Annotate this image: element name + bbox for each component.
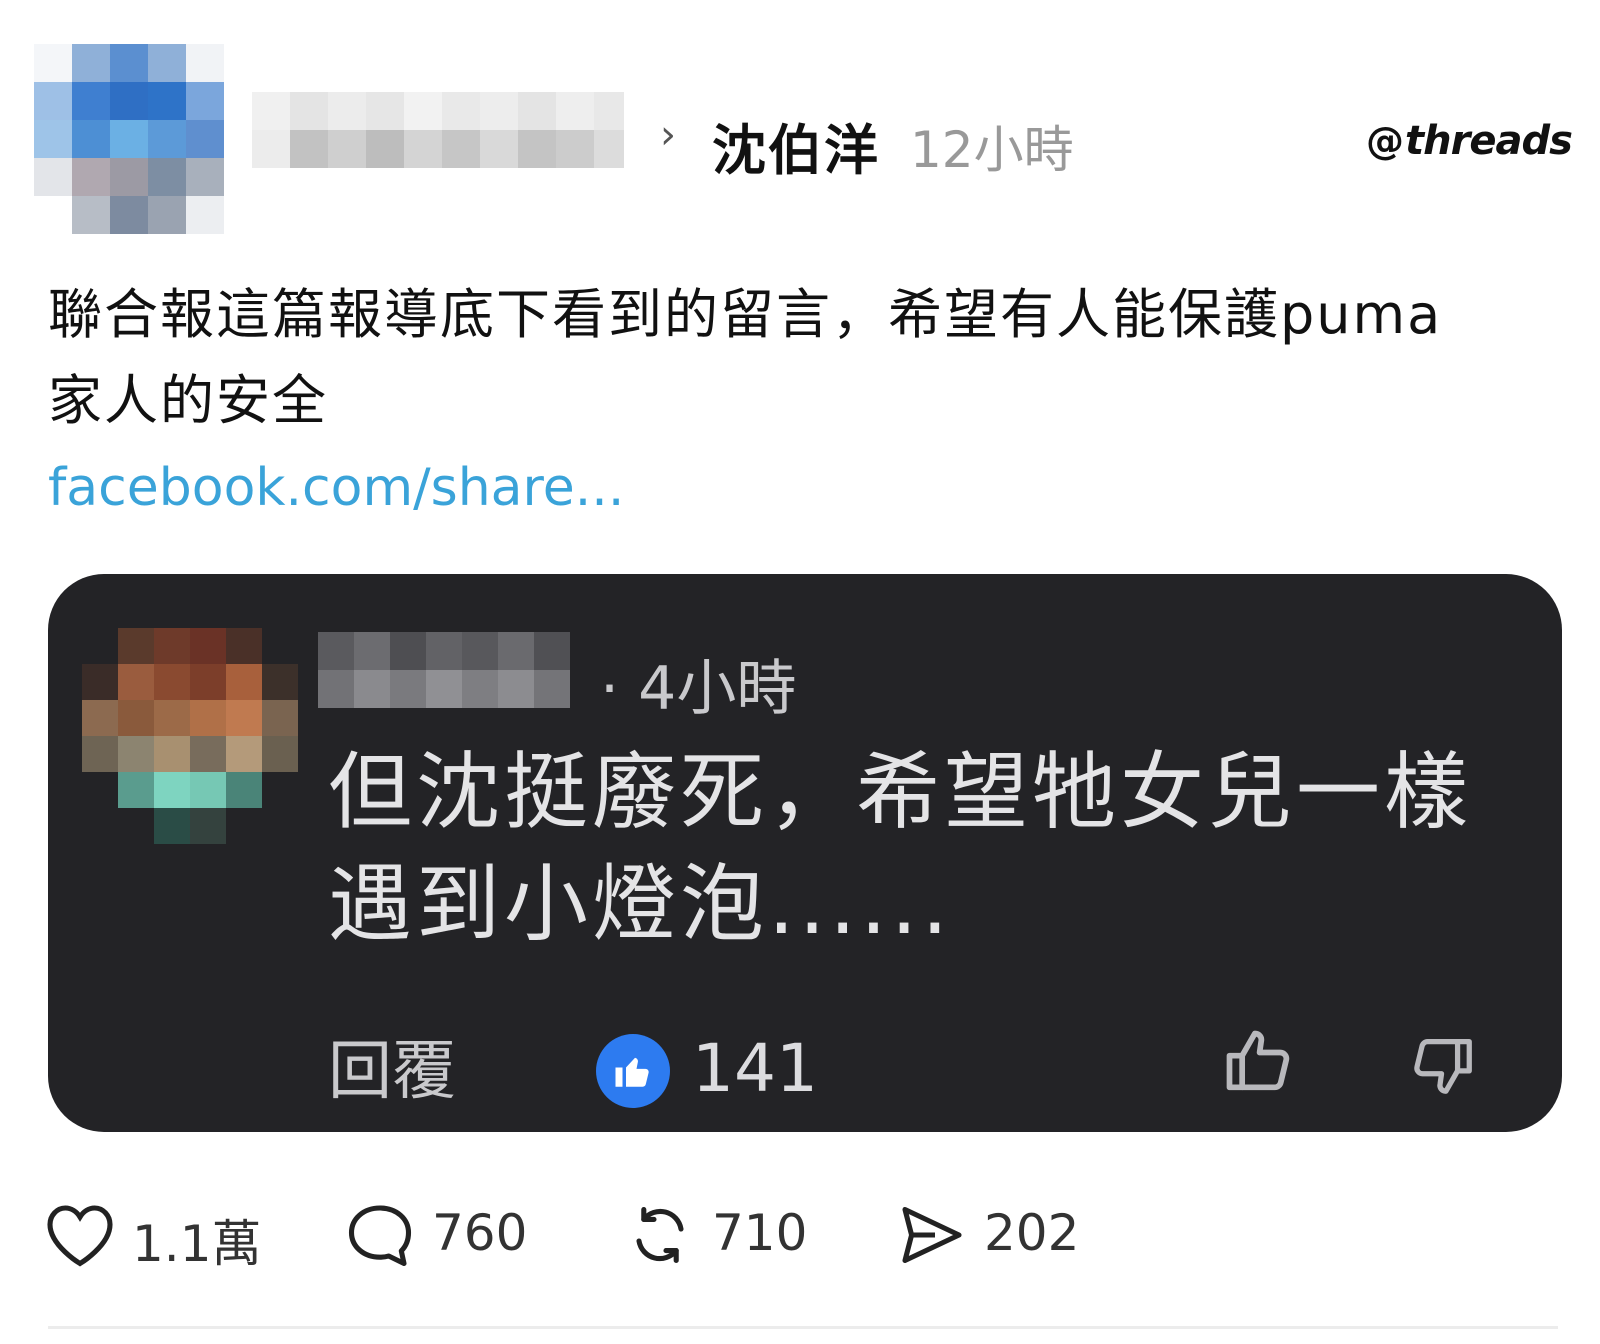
like-reaction-icon	[596, 1034, 670, 1108]
commenter-avatar	[82, 628, 298, 844]
share-icon[interactable]	[896, 1202, 968, 1272]
comment-icon[interactable]	[344, 1202, 416, 1272]
heart-icon[interactable]	[44, 1202, 116, 1272]
thumbs-down-icon[interactable]	[1408, 1030, 1478, 1104]
post-link[interactable]: facebook.com/share...	[48, 458, 624, 518]
poster-avatar[interactable]	[34, 44, 224, 234]
repost-count: 710	[712, 1204, 808, 1262]
like-count: 1.1萬	[132, 1215, 262, 1273]
comment-timestamp: · 4小時	[600, 654, 797, 724]
commenter-name-redacted	[318, 632, 570, 708]
post-body: 聯合報這篇報導底下看到的留言，希望有人能保護puma家人的安全	[48, 283, 1443, 432]
poster-name-redacted[interactable]	[252, 92, 624, 168]
threads-logo: @threads	[1366, 118, 1573, 164]
chevron-right-icon: ›	[660, 112, 676, 158]
post-timestamp: 12小時	[910, 121, 1074, 179]
threads-icon: @	[1366, 119, 1404, 163]
thumbs-up-icon[interactable]	[1220, 1024, 1296, 1104]
share-count: 202	[984, 1204, 1080, 1262]
divider	[48, 1326, 1558, 1329]
reply-button[interactable]: 回覆	[328, 1020, 456, 1112]
comment-like-count: 141	[692, 1030, 818, 1107]
comment-body: 但沈挺廢死，希望牠女兒一樣遇到小燈泡......	[328, 743, 1473, 953]
quoted-author-name[interactable]: 沈伯洋	[712, 106, 880, 185]
comment-count: 760	[432, 1204, 528, 1262]
repost-icon[interactable]	[624, 1202, 696, 1272]
threads-wordmark: threads	[1405, 118, 1573, 164]
